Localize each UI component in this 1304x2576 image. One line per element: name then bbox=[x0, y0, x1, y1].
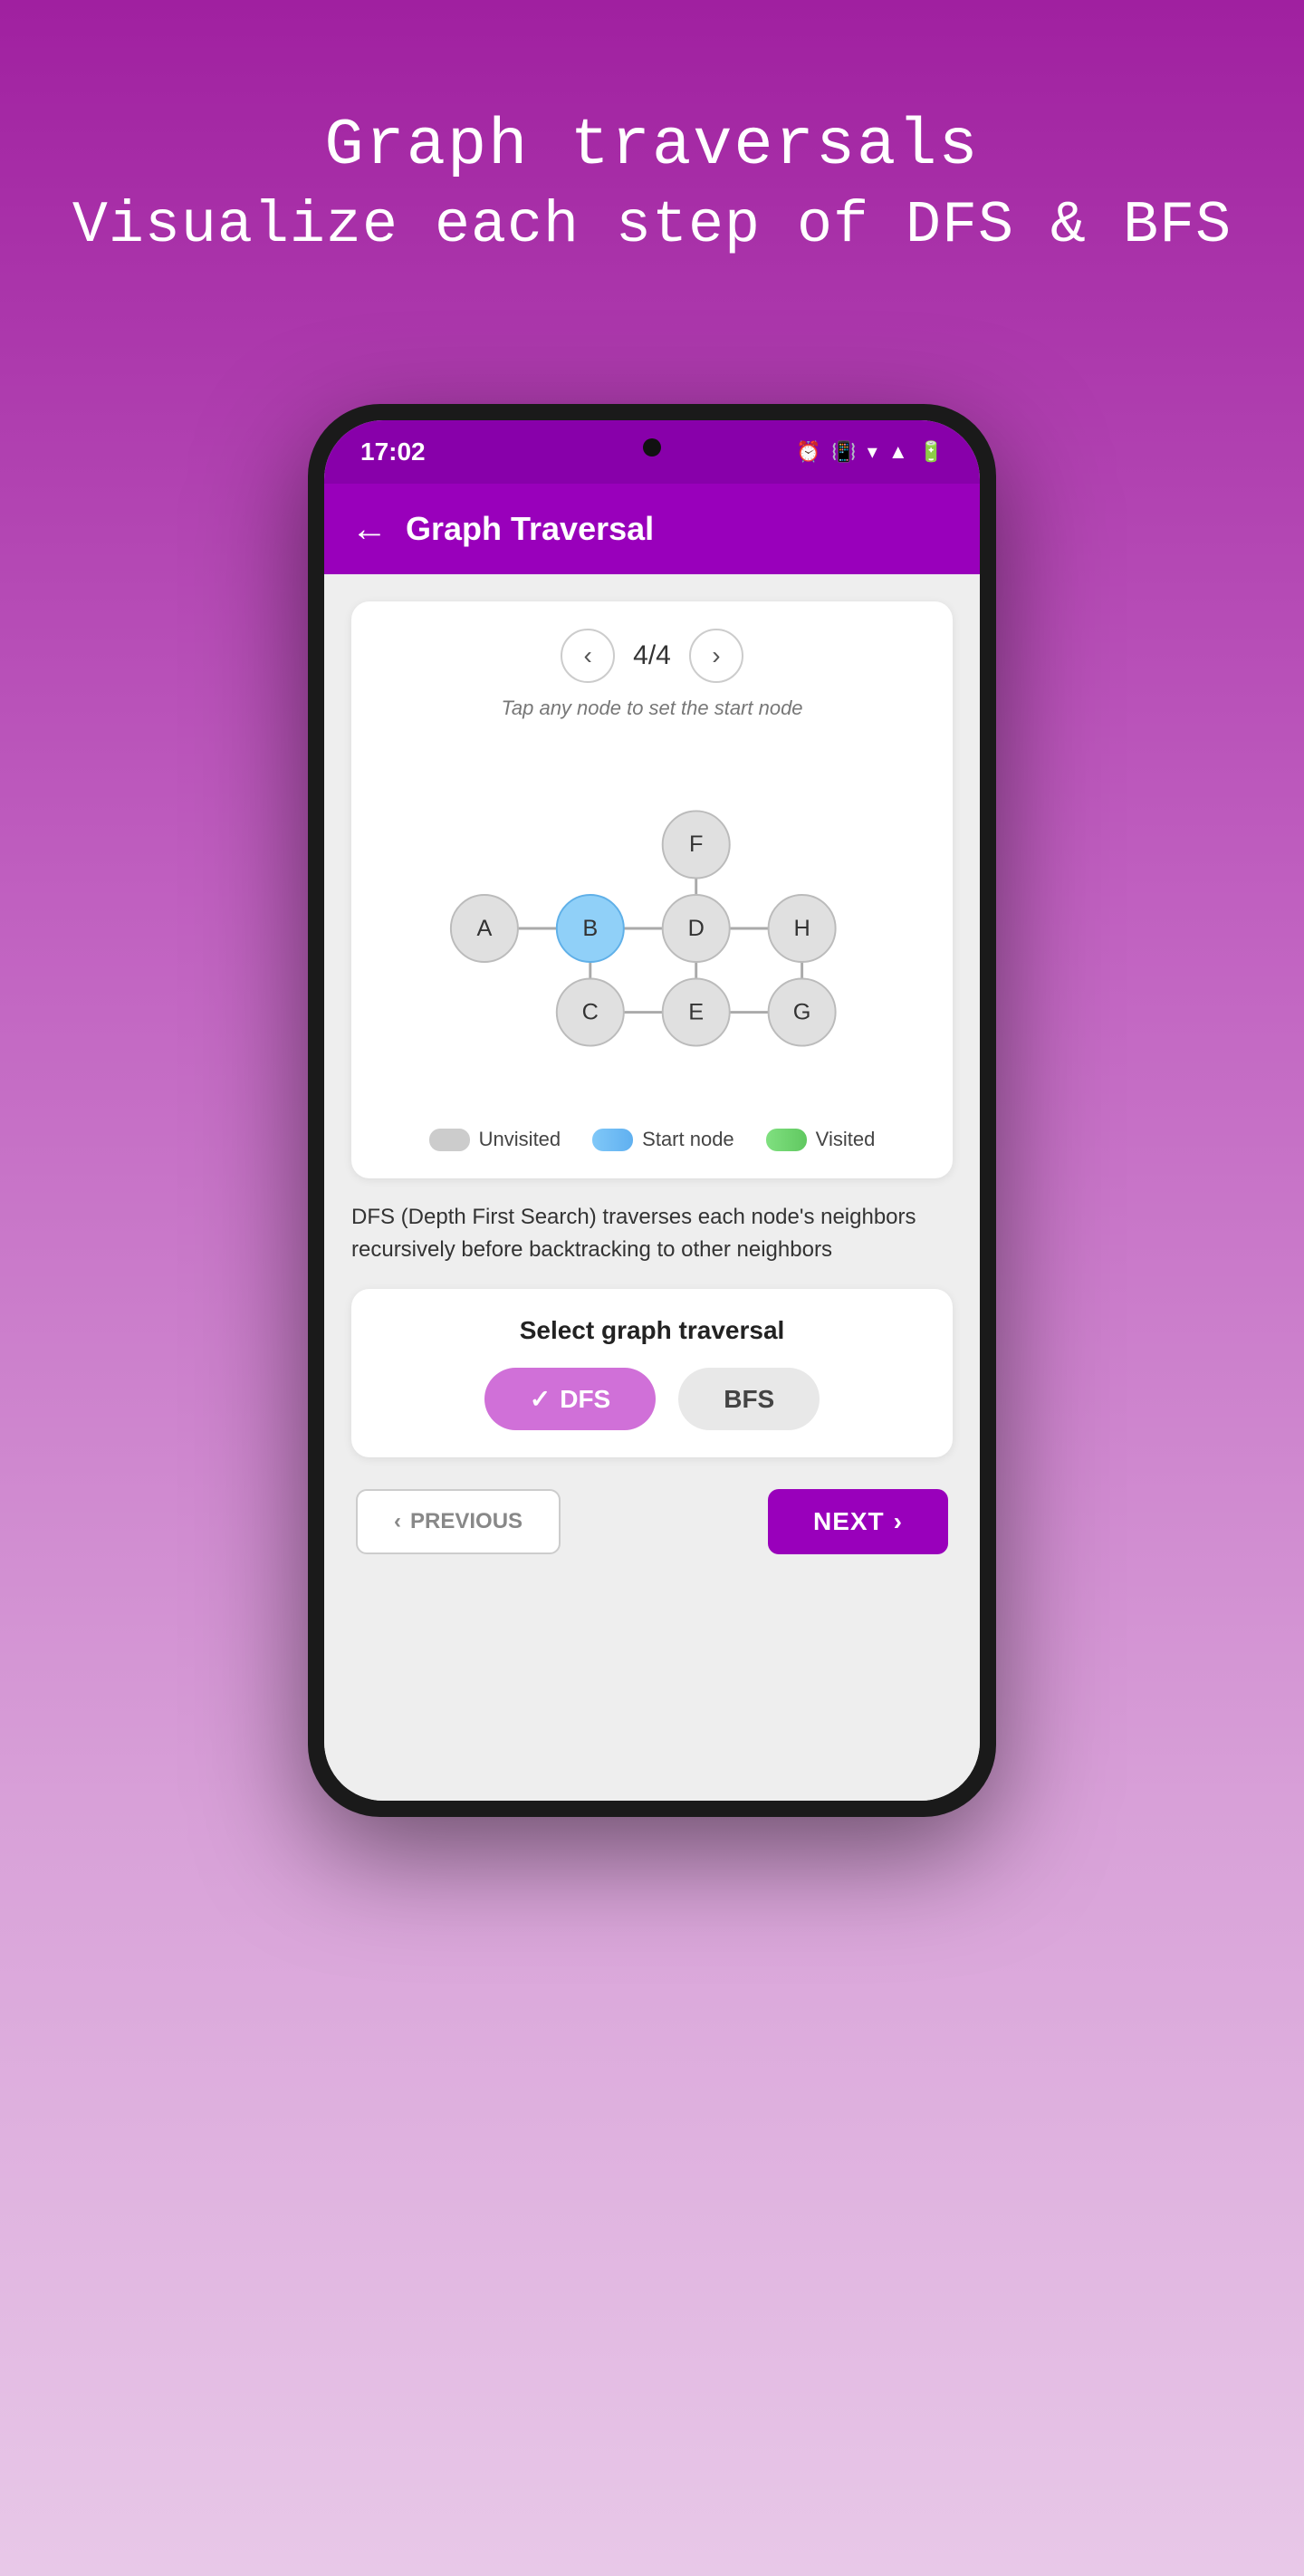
phone-screen: 17:02 ⏰ 📳 ▾ ▲ 🔋 ← Graph Traversal ‹ 4/4 bbox=[324, 420, 980, 1801]
select-title: Select graph traversal bbox=[379, 1316, 925, 1345]
graph-area[interactable]: A B C D E bbox=[379, 747, 925, 1110]
next-label: NEXT bbox=[813, 1507, 885, 1536]
svg-text:D: D bbox=[688, 916, 705, 941]
svg-text:F: F bbox=[689, 831, 703, 857]
wifi-icon: ▾ bbox=[868, 440, 877, 464]
top-bar-title: Graph Traversal bbox=[406, 510, 654, 548]
header-subtitle: Visualize each step of DFS & BFS bbox=[72, 192, 1232, 259]
legend-visited: Visited bbox=[766, 1128, 876, 1151]
bfs-button[interactable]: BFS bbox=[678, 1368, 820, 1430]
next-nav-button[interactable]: › bbox=[689, 629, 743, 683]
nav-row: ‹ 4/4 › bbox=[379, 629, 925, 683]
svg-text:B: B bbox=[582, 916, 598, 941]
next-button[interactable]: NEXT › bbox=[768, 1489, 948, 1554]
unvisited-dot bbox=[429, 1129, 470, 1151]
top-bar: ← Graph Traversal bbox=[324, 484, 980, 574]
camera-dot bbox=[643, 438, 661, 457]
unvisited-label: Unvisited bbox=[479, 1128, 561, 1151]
previous-label: PREVIOUS bbox=[410, 1509, 523, 1534]
dfs-button[interactable]: ✓ DFS bbox=[484, 1368, 656, 1430]
status-time: 17:02 bbox=[360, 437, 426, 466]
header-title: Graph traversals bbox=[72, 109, 1232, 183]
battery-icon: 🔋 bbox=[919, 440, 944, 464]
prev-nav-button[interactable]: ‹ bbox=[561, 629, 615, 683]
start-node-dot bbox=[592, 1129, 633, 1151]
vibrate-icon: 📳 bbox=[831, 440, 856, 464]
back-button[interactable]: ← bbox=[351, 509, 388, 550]
legend-unvisited: Unvisited bbox=[429, 1128, 561, 1151]
prev-chevron-icon: ‹ bbox=[394, 1509, 401, 1534]
bottom-buttons: ‹ PREVIOUS NEXT › bbox=[351, 1480, 953, 1572]
visited-dot bbox=[766, 1129, 807, 1151]
svg-text:H: H bbox=[793, 916, 810, 941]
svg-text:G: G bbox=[793, 999, 811, 1024]
status-icons: ⏰ 📳 ▾ ▲ 🔋 bbox=[796, 440, 944, 464]
svg-text:C: C bbox=[582, 999, 599, 1024]
dfs-label: DFS bbox=[560, 1385, 610, 1414]
bfs-label: BFS bbox=[724, 1385, 774, 1414]
legend: Unvisited Start node Visited bbox=[379, 1128, 925, 1151]
svg-text:A: A bbox=[476, 916, 492, 941]
legend-start: Start node bbox=[592, 1128, 734, 1151]
svg-text:E: E bbox=[688, 999, 704, 1024]
tap-hint: Tap any node to set the start node bbox=[379, 697, 925, 720]
select-section: Select graph traversal ✓ DFS BFS bbox=[351, 1289, 953, 1457]
description: DFS (Depth First Search) traverses each … bbox=[351, 1201, 953, 1266]
app-header: Graph traversals Visualize each step of … bbox=[72, 109, 1232, 259]
signal-icon: ▲ bbox=[888, 440, 908, 464]
visited-label: Visited bbox=[816, 1128, 876, 1151]
next-chevron-icon: › bbox=[894, 1507, 903, 1536]
start-node-label: Start node bbox=[642, 1128, 734, 1151]
alarm-icon: ⏰ bbox=[796, 440, 820, 464]
traversal-buttons: ✓ DFS BFS bbox=[379, 1368, 925, 1430]
nav-counter: 4/4 bbox=[633, 640, 671, 671]
main-content: ‹ 4/4 › Tap any node to set the start no… bbox=[324, 574, 980, 1801]
previous-button[interactable]: ‹ PREVIOUS bbox=[356, 1489, 561, 1554]
phone-frame: 17:02 ⏰ 📳 ▾ ▲ 🔋 ← Graph Traversal ‹ 4/4 bbox=[308, 404, 996, 1817]
graph-card: ‹ 4/4 › Tap any node to set the start no… bbox=[351, 601, 953, 1178]
check-icon: ✓ bbox=[530, 1384, 551, 1414]
